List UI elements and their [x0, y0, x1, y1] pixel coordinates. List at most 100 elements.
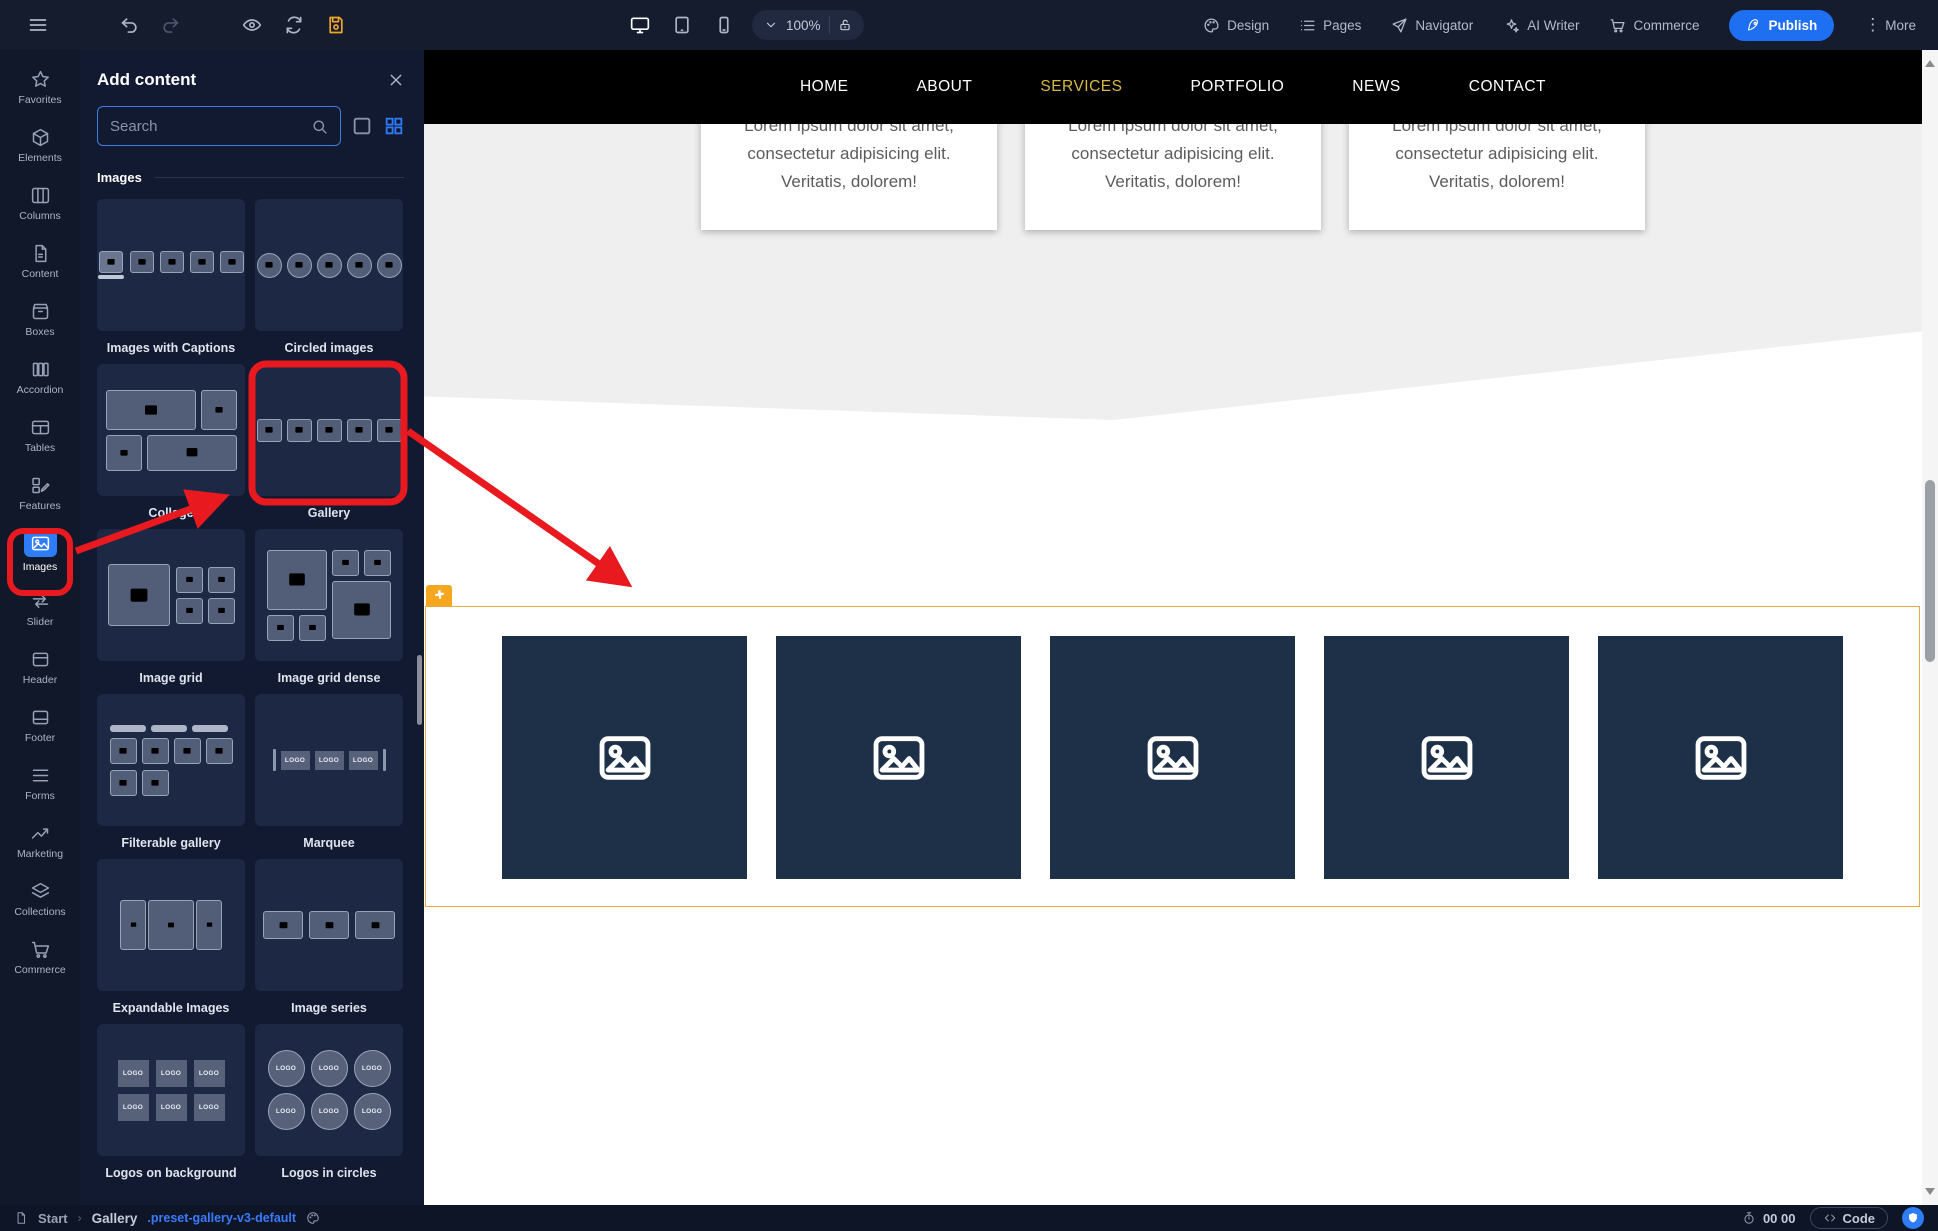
hamburger-menu-icon[interactable] [28, 15, 48, 35]
gallery-image-placeholder[interactable] [1324, 636, 1569, 879]
preset-tile-expandable-images[interactable]: Expandable Images [97, 859, 245, 1024]
preset-tile-image-grid[interactable]: Image grid [97, 529, 245, 694]
preset-tile-image-grid-dense[interactable]: Image grid dense [255, 529, 403, 694]
zoom-level: 100% [786, 17, 821, 33]
palette-icon [1203, 17, 1220, 34]
scroll-up-arrow[interactable] [1925, 60, 1935, 67]
menu-pages[interactable]: Pages [1299, 17, 1361, 34]
layers-icon [30, 881, 51, 902]
preset-tile-marquee[interactable]: LOGO LOGO LOGO Marquee [255, 694, 403, 859]
preset-tile-logos-on-background[interactable]: LOGO LOGO LOGO LOGO LOGO LOGO Logos on backgr… [97, 1024, 245, 1189]
privacy-shield-button[interactable] [1902, 1207, 1924, 1229]
refresh-icon[interactable] [284, 15, 304, 35]
gallery-image-placeholder[interactable] [1598, 636, 1843, 879]
gallery-image-placeholder[interactable] [776, 636, 1021, 879]
sidebar-item-elements[interactable]: Elements [0, 116, 80, 174]
site-nav-contact[interactable]: CONTACT [1469, 78, 1546, 96]
section-label: Images [97, 170, 142, 185]
sidebar-item-features[interactable]: Features [0, 464, 80, 522]
site-nav-services[interactable]: SERVICES [1040, 78, 1122, 96]
section-handle[interactable] [426, 585, 452, 606]
lines-icon [30, 765, 51, 786]
more-dots-icon: ⋮ [1864, 15, 1882, 34]
phone-view-icon[interactable] [714, 15, 734, 35]
rocket-icon [1746, 18, 1761, 33]
sidebar-item-commerce[interactable]: Commerce [0, 928, 80, 986]
sidebar-item-slider[interactable]: Slider [0, 580, 80, 638]
sidebar-item-images[interactable]: Images [0, 522, 80, 580]
desktop-view-icon[interactable] [630, 15, 650, 35]
accordion-icon [30, 359, 51, 380]
sidebar-item-content[interactable]: Content [0, 232, 80, 290]
table-icon [30, 417, 51, 438]
lock-icon[interactable] [838, 18, 852, 32]
search-icon [311, 118, 328, 135]
image-icon [23, 529, 57, 557]
selected-gallery-section[interactable] [425, 606, 1920, 907]
site-nav-portfolio[interactable]: PORTFOLIO [1190, 78, 1284, 96]
breadcrumb-root[interactable]: Start [38, 1211, 68, 1226]
menu-commerce[interactable]: Commerce [1609, 17, 1699, 34]
site-nav-news[interactable]: NEWS [1352, 78, 1401, 96]
redo-icon[interactable] [160, 15, 180, 35]
tablet-view-icon[interactable] [672, 15, 692, 35]
scroll-down-arrow[interactable] [1925, 1188, 1935, 1195]
sidebar-item-favorites[interactable]: Favorites [0, 58, 80, 116]
status-bar: Start › Gallery .preset-gallery-v3-defau… [0, 1205, 1938, 1231]
site-navbar: HOME ABOUT SERVICES PORTFOLIO NEWS CONTACT [424, 50, 1922, 124]
scrollbar-thumb[interactable] [1925, 480, 1935, 662]
site-nav-about[interactable]: ABOUT [916, 78, 972, 96]
menu-navigator[interactable]: Navigator [1391, 17, 1473, 34]
sparkles-icon [1503, 17, 1520, 34]
panel-scrollbar[interactable] [417, 655, 422, 725]
preset-tile-filterable-gallery[interactable]: Filterable gallery [97, 694, 245, 859]
puzzle-icon [433, 589, 446, 602]
menu-design[interactable]: Design [1203, 17, 1269, 34]
chevron-down-icon[interactable] [764, 18, 778, 32]
palette-small-icon[interactable] [306, 1211, 320, 1225]
breadcrumb-page[interactable]: Gallery [92, 1211, 138, 1226]
image-placeholder-icon [1411, 729, 1483, 787]
preset-tile-circled-images[interactable]: Circled images [255, 199, 403, 364]
preset-tile-image-series[interactable]: Image series [255, 859, 403, 1024]
preset-tile-images-with-captions[interactable]: Images with Captions [97, 199, 245, 364]
image-placeholder-icon [1137, 729, 1209, 787]
close-icon[interactable] [388, 72, 404, 88]
code-button[interactable]: Code [1809, 1207, 1888, 1229]
more-button[interactable]: ⋮ More [1864, 15, 1916, 35]
sidebar-item-accordion[interactable]: Accordion [0, 348, 80, 406]
css-selector[interactable]: .preset-gallery-v3-default [147, 1211, 296, 1225]
grid-view-toggle[interactable] [383, 115, 405, 137]
preset-tile-logos-in-circles[interactable]: LOGO LOGO LOGO LOGO LOGO LOGO Logos in circle… [255, 1024, 403, 1189]
sidebar-item-header[interactable]: Header [0, 638, 80, 696]
sidebar-item-forms[interactable]: Forms [0, 754, 80, 812]
sidebar-item-footer[interactable]: Footer [0, 696, 80, 754]
list-view-toggle[interactable] [351, 115, 373, 137]
search-input[interactable]: Search [97, 106, 341, 146]
header-icon [30, 649, 51, 670]
site-nav-home[interactable]: HOME [800, 78, 849, 96]
sidebar-item-columns[interactable]: Columns [0, 174, 80, 232]
gallery-image-placeholder[interactable] [502, 636, 747, 879]
preset-tile-gallery[interactable]: Gallery [255, 364, 403, 529]
preset-tile-collage[interactable]: Collage [97, 364, 245, 529]
sidebar-item-collections[interactable]: Collections [0, 870, 80, 928]
shield-icon [1907, 1212, 1919, 1224]
canvas-scrollbar[interactable] [1922, 50, 1938, 1205]
save-icon[interactable] [326, 15, 346, 35]
panel-title: Add content [97, 70, 197, 89]
cart-icon [30, 939, 51, 960]
columns-icon [30, 185, 51, 206]
preview-eye-icon[interactable] [242, 15, 262, 35]
gallery-image-placeholder[interactable] [1050, 636, 1295, 879]
zoom-control[interactable]: 100% [752, 10, 864, 40]
publish-button[interactable]: Publish [1729, 9, 1835, 41]
add-content-panel: Add content Search Images Images with Ca… [80, 50, 424, 1205]
chevron-right-icon: › [77, 1211, 82, 1225]
sidebar-item-boxes[interactable]: Boxes [0, 290, 80, 348]
image-placeholder-icon [589, 729, 661, 787]
sidebar-item-marketing[interactable]: Marketing [0, 812, 80, 870]
sidebar-item-tables[interactable]: Tables [0, 406, 80, 464]
menu-ai-writer[interactable]: AI Writer [1503, 17, 1579, 34]
undo-icon[interactable] [120, 15, 140, 35]
